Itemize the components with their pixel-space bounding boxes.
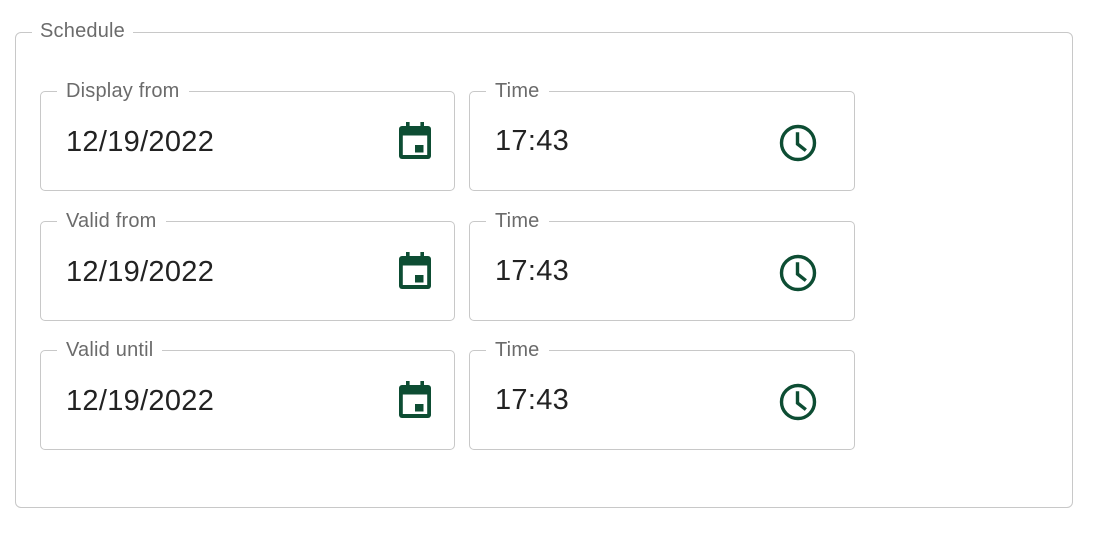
clock-icon[interactable] [776, 121, 820, 165]
valid-until-time-field[interactable]: Time 17:43 [469, 337, 855, 450]
valid-from-time-field[interactable]: Time 17:43 [469, 208, 855, 321]
display-from-time-value[interactable]: 17:43 [495, 124, 569, 158]
calendar-icon[interactable] [393, 378, 437, 422]
schedule-title: Schedule [32, 18, 133, 44]
calendar-icon[interactable] [393, 119, 437, 163]
clock-icon[interactable] [776, 380, 820, 424]
valid-from-time-value[interactable]: 17:43 [495, 254, 569, 288]
valid-from-time-label: Time [486, 208, 549, 234]
valid-until-date-value[interactable]: 12/19/2022 [66, 384, 214, 418]
valid-until-time-value[interactable]: 17:43 [495, 383, 569, 417]
valid-until-label: Valid until [57, 337, 163, 363]
display-from-date-field[interactable]: Display from 12/19/2022 [40, 78, 455, 191]
calendar-icon[interactable] [393, 249, 437, 293]
valid-until-date-field[interactable]: Valid until 12/19/2022 [40, 337, 455, 450]
display-from-label: Display from [57, 78, 189, 104]
clock-icon[interactable] [776, 251, 820, 295]
display-from-time-label: Time [486, 78, 549, 104]
valid-from-date-field[interactable]: Valid from 12/19/2022 [40, 208, 455, 321]
display-from-date-value[interactable]: 12/19/2022 [66, 125, 214, 159]
valid-from-date-value[interactable]: 12/19/2022 [66, 255, 214, 289]
valid-until-time-label: Time [486, 337, 549, 363]
display-from-time-field[interactable]: Time 17:43 [469, 78, 855, 191]
valid-from-label: Valid from [57, 208, 166, 234]
